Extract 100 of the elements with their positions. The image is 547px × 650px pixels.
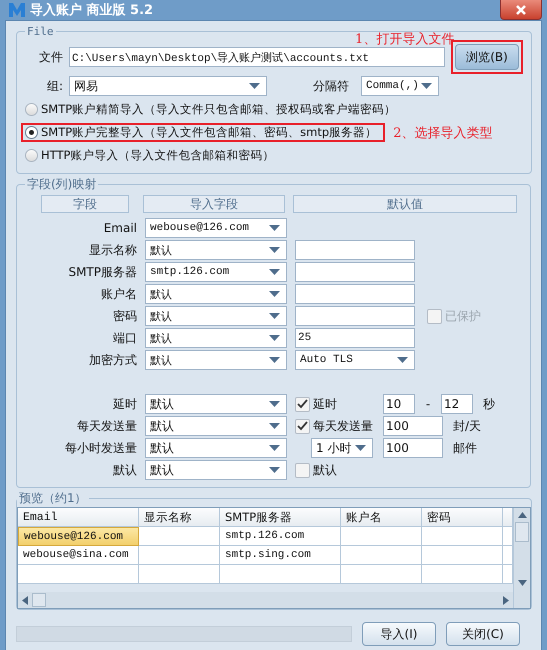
column-header[interactable]: 密码 [422,508,503,527]
import-field-dropdown[interactable]: 默认 [145,460,287,480]
table-cell [503,527,513,546]
checkbox[interactable]: 每天发送量 [295,418,373,434]
field-label: Email [102,221,137,235]
field-label: 延时 [112,396,137,412]
import-field-dropdown[interactable]: 默认 [145,394,287,414]
import-field-dropdown[interactable]: 默认 [145,416,287,436]
caret-icon [269,225,280,231]
unit-label: 封/天 [453,418,482,434]
caret-icon [269,313,280,319]
group-dropdown[interactable]: 网易 [69,76,267,96]
caret-icon [269,247,280,253]
caret-icon [269,445,280,451]
caret-icon [269,423,280,429]
range-separator: - [424,397,432,411]
annotation-text: 1、打开导入文件 [355,31,454,48]
default-value-field[interactable] [295,306,415,326]
app-logo-icon [8,2,26,18]
default-value-field[interactable] [295,240,415,260]
column-header[interactable]: 账户名 [341,508,422,527]
field-label: 显示名称 [88,242,137,258]
close-icon [515,4,527,16]
caret-icon [397,357,408,363]
field-label: 分隔符 [313,78,349,94]
caret-icon [269,291,280,297]
group-legend: 预览（约1） [17,490,89,507]
window-title: 导入账户 商业版 5.2 [30,2,154,19]
radio-button[interactable] [25,103,38,116]
column-header: 字段 [41,195,129,213]
dialog-button[interactable]: 导入(I) [362,622,436,646]
import-field-dropdown[interactable]: 默认 [145,350,287,370]
caret-icon [269,269,280,275]
column-header[interactable]: Email [18,508,139,527]
table-cell [503,546,513,565]
dialog-button[interactable]: 关闭(C) [446,622,520,646]
separator-dropdown[interactable]: Comma(,) [361,76,439,96]
field-label: 组: [46,78,63,94]
field-label: 密码 [112,308,137,324]
column-header: 导入字段 [143,195,285,213]
option-label[interactable]: SMTP账户精简导入（导入文件只包含邮箱、授权码或客户端密码） [41,102,396,117]
unit-label: 邮件 [453,440,477,456]
annotation-text: 2、选择导入类型 [393,124,492,142]
scroll-thumb[interactable] [515,522,529,542]
option-label[interactable]: SMTP账户完整导入（导入文件包含邮箱、密码、smtp服务器） [41,125,378,140]
import-field-dropdown[interactable]: 默认 [145,328,287,348]
period-dropdown[interactable]: 1 小时 [311,438,373,458]
checkbox[interactable]: 默认 [295,462,337,478]
import-field-dropdown[interactable]: 默认 [145,438,287,458]
default-value-field[interactable] [295,284,415,304]
close-button[interactable] [500,0,542,20]
min-value-field[interactable]: 10 [383,394,415,414]
import-field-dropdown[interactable]: 默认 [145,284,287,304]
file-path-field[interactable]: C:\Users\mayn\Desktop\导入账户测试\accounts.txt [69,47,445,67]
import-field-dropdown[interactable]: 默认 [145,306,287,326]
browse-button[interactable]: 浏览(B) [455,44,519,70]
caret-icon [269,335,280,341]
column-header[interactable]: 显示名称 [139,508,220,527]
import-field-dropdown[interactable]: 默认 [145,240,287,260]
scroll-left-icon [22,596,28,604]
field-label: 每天发送量 [76,418,137,434]
scroll-right-icon [503,596,509,604]
import-field-dropdown[interactable]: webouse@126.com [145,218,287,238]
group-legend: File [25,25,56,38]
caret-icon [249,83,260,89]
import-field-dropdown[interactable]: smtp.126.com [145,262,287,282]
value-field[interactable]: 100 [383,416,443,436]
field-label: 默认 [112,462,137,478]
caret-icon [355,445,366,451]
field-label: 文件 [38,48,63,66]
checkbox[interactable]: 延时 [295,396,337,412]
default-value-field[interactable] [295,262,415,282]
field-label: SMTP服务器 [67,264,137,280]
option-label[interactable]: HTTP账户导入（导入文件包含邮箱和密码） [41,148,274,163]
caret-icon [421,83,432,89]
field-label: 端口 [112,330,137,346]
default-value-dropdown[interactable]: Auto TLS [295,350,415,370]
radio-button[interactable] [25,126,38,139]
caret-icon [269,357,280,363]
table-cell: webouse@126.com [18,527,139,546]
caret-icon [269,401,280,407]
column-header[interactable]: SMTP服务器 [220,508,341,527]
field-label: 账户名 [100,286,137,302]
scroll-down-icon [518,580,526,586]
field-label: 每小时发送量 [64,440,137,456]
table-cell [503,565,513,584]
radio-button[interactable] [25,149,38,162]
max-value-field[interactable]: 12 [441,394,473,414]
check-icon [297,421,308,431]
default-value-field[interactable]: 25 [295,328,415,348]
value-field[interactable]: 100 [383,438,443,458]
group-legend: 字段(列)映射 [25,176,98,193]
column-header[interactable] [503,508,513,527]
check-icon [297,399,308,409]
column-header: 默认值 [293,195,517,213]
unit-label: 秒 [483,396,495,412]
table-cell: webouse@sina.com [18,546,139,565]
horizontal-scrollbar[interactable] [18,592,513,608]
scroll-thumb[interactable] [32,593,46,607]
vertical-scrollbar[interactable] [513,508,530,608]
